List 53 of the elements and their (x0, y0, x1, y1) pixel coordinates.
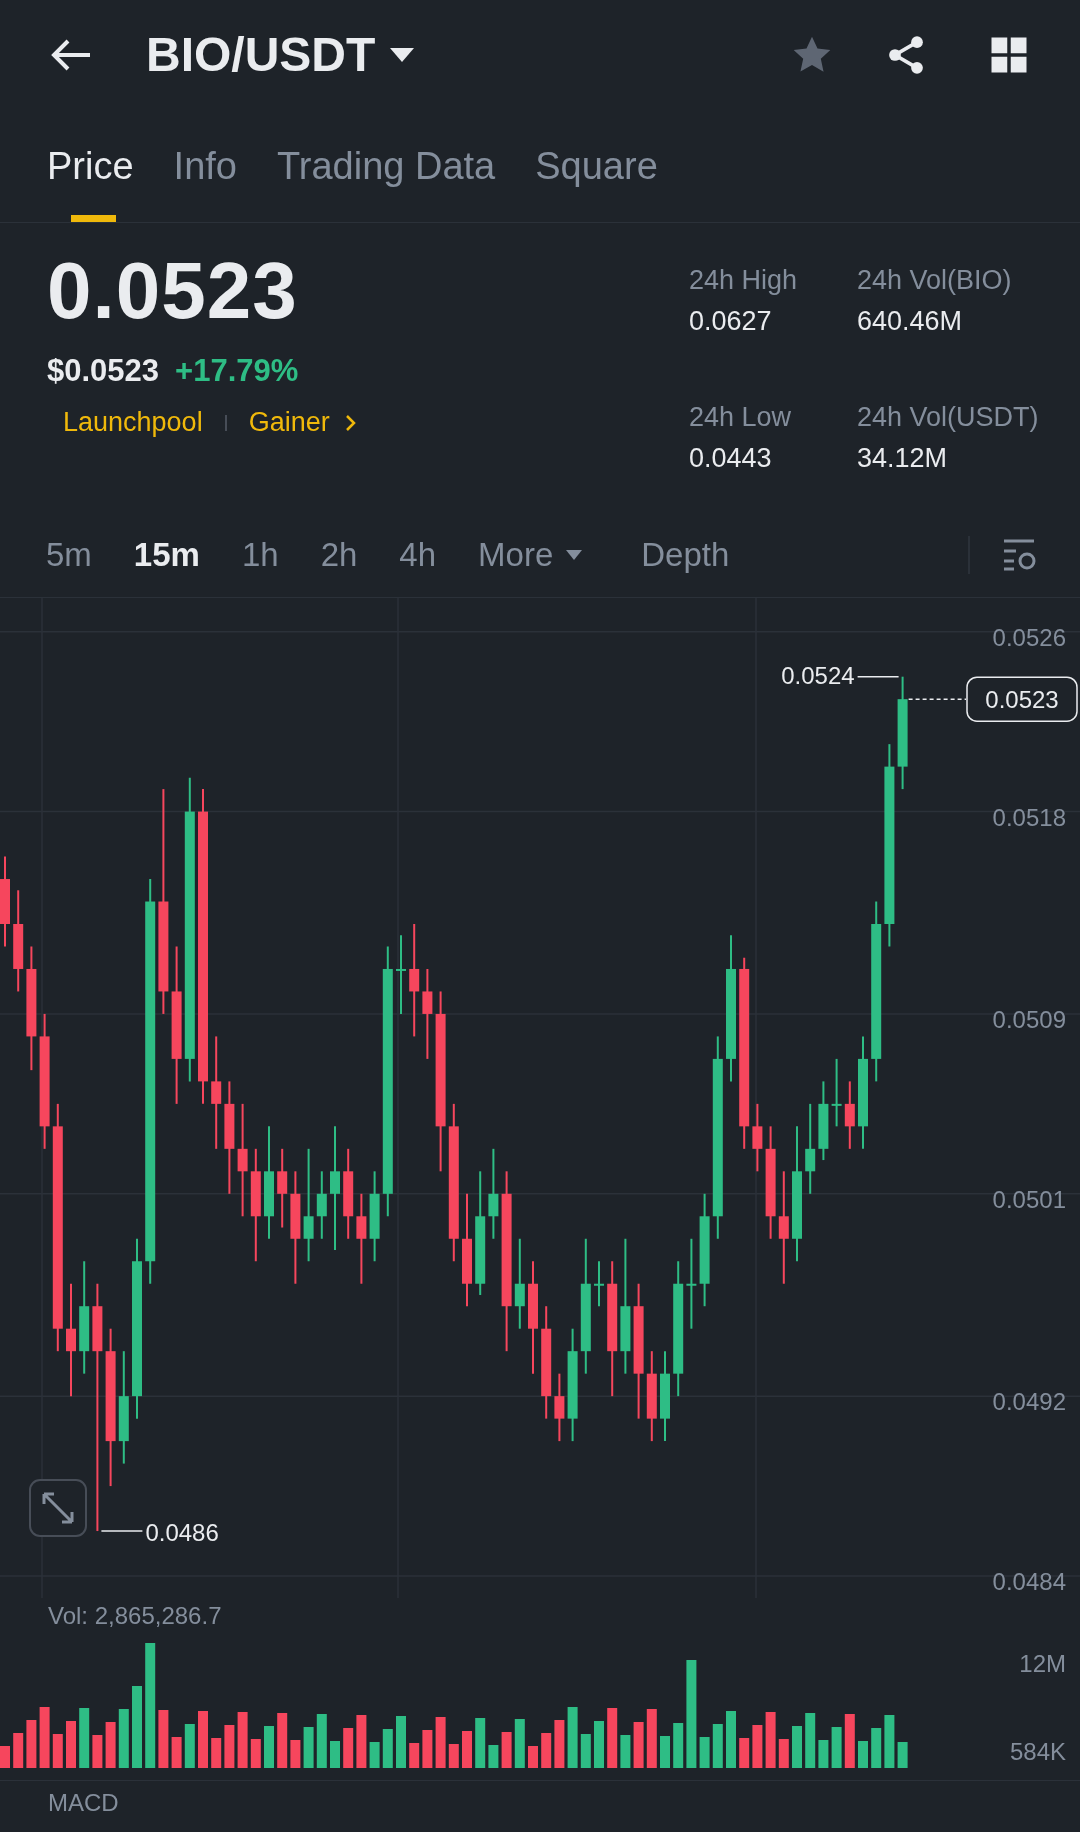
interval-tab[interactable]: 15m (133, 536, 200, 574)
interval-tab[interactable]: 2h (320, 536, 358, 574)
volume-label: Vol: 2,865,286.7 (48, 1601, 223, 1630)
candle (844, 1080, 855, 1150)
stat-value: 34.12M (857, 443, 949, 475)
last-price: 0.0523 (47, 245, 299, 338)
leader-line (100, 1530, 144, 1532)
high-price-label: 0.0524 (781, 661, 855, 689)
price-axis-label: 0.0518 (992, 803, 1066, 831)
fullscreen-icon[interactable] (29, 1478, 87, 1537)
caret-down-icon[interactable] (389, 46, 416, 63)
interval-tab[interactable]: 5m (46, 536, 92, 574)
price-axis-label: 0.0492 (992, 1387, 1066, 1415)
chart-settings-icon[interactable] (1002, 538, 1038, 572)
leader-line (907, 698, 967, 700)
price-axis-label: 0.0526 (992, 623, 1066, 651)
indicator-label: MACD (48, 1788, 120, 1817)
tab[interactable]: Square (535, 145, 658, 223)
stat-label: 24h Low (689, 402, 793, 434)
tab[interactable]: Info (173, 145, 237, 223)
candle (316, 1170, 327, 1240)
stat-label: 24h Vol(USDT) (857, 402, 1040, 434)
interval-tab[interactable]: More (478, 536, 584, 574)
volume-axis-label: 12M (1019, 1649, 1066, 1677)
price-axis-label: 0.0501 (992, 1185, 1066, 1213)
price-axis-label: 0.0484 (992, 1567, 1066, 1595)
interval-tab[interactable]: Depth (641, 536, 730, 574)
volume-axis-label: 584K (1009, 1737, 1066, 1765)
low-price-label: 0.0486 (145, 1518, 219, 1546)
price-change: +17.79% (175, 353, 299, 390)
interval-tab[interactable]: 1h (241, 536, 279, 574)
stat-value: 0.0627 (689, 306, 773, 338)
caret-down-icon (565, 549, 584, 561)
back-arrow-icon[interactable] (50, 37, 92, 72)
stat-label: 24h Vol(BIO) (857, 265, 1013, 297)
interval-tab[interactable]: 4h (399, 536, 437, 574)
stat-label: 24h High (689, 265, 799, 297)
tag-link[interactable]: Gainer (248, 407, 358, 439)
candle (831, 1057, 842, 1128)
candle (752, 1102, 763, 1172)
chevron-right-icon (343, 413, 358, 432)
candle (594, 1259, 604, 1307)
leader-line (856, 675, 900, 678)
price-axis-label: 0.0509 (992, 1005, 1066, 1033)
current-price-label: 0.0523 (985, 685, 1059, 713)
pair-title[interactable]: BIO/USDT (146, 27, 376, 83)
tab[interactable]: Trading Data (276, 145, 496, 223)
tag-label: Launchpool (63, 407, 203, 439)
fiat-price: $0.0523 (47, 353, 160, 390)
stat-value: 0.0443 (689, 443, 773, 475)
stat-value: 640.46M (857, 306, 964, 338)
candle (554, 1372, 565, 1442)
tab[interactable]: Price (47, 145, 134, 223)
